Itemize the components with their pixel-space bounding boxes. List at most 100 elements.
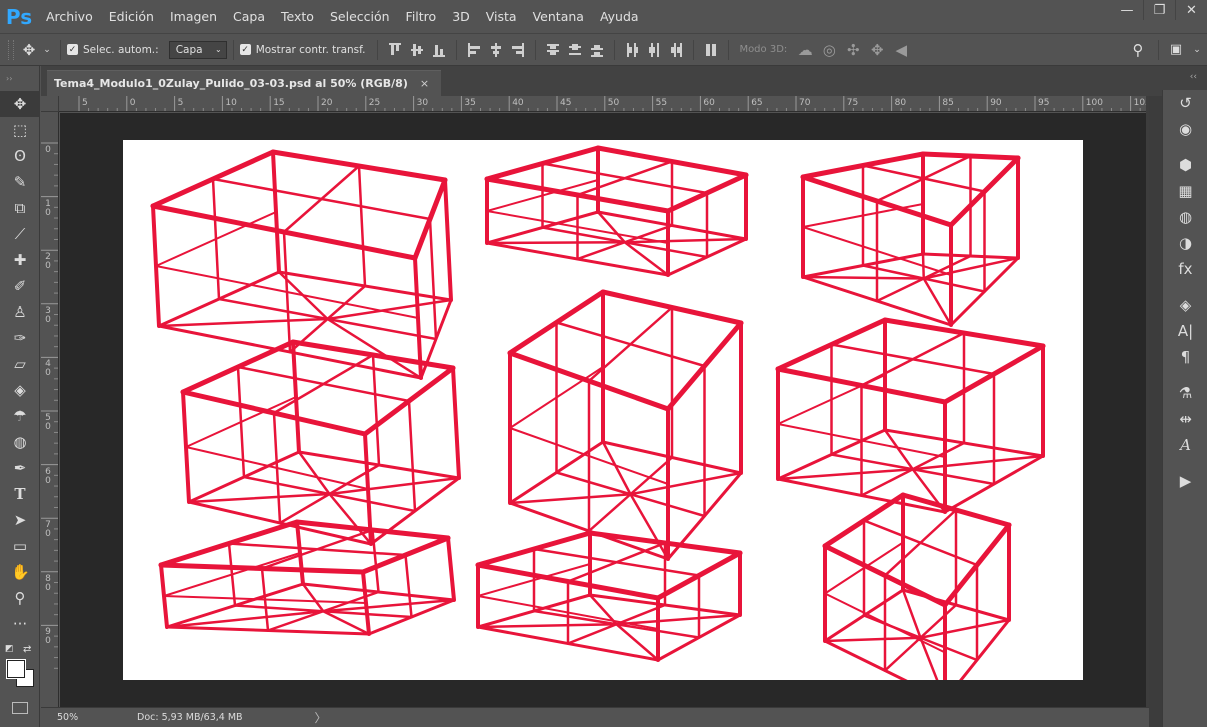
chevron-down-icon[interactable]: ⌄ (1187, 45, 1207, 55)
align-bottom-icon[interactable] (433, 43, 446, 57)
clone-stamp-tool-icon[interactable]: ♙ (0, 299, 40, 325)
menu-vista[interactable]: Vista (478, 0, 525, 33)
pen-tool-icon[interactable]: ✒ (0, 455, 40, 481)
swatches-icon[interactable]: ▦ (1163, 178, 1207, 204)
menu-bar: Ps Archivo Edición Imagen Capa Texto Sel… (0, 0, 1207, 33)
close-window-button[interactable]: ✕ (1175, 0, 1207, 20)
eraser-tool-icon[interactable]: ▱ (0, 351, 40, 377)
status-menu-arrow-icon[interactable]: 〉 (315, 709, 327, 726)
canvas-area[interactable] (60, 113, 1146, 707)
menu-archivo[interactable]: Archivo (38, 0, 101, 33)
history-icon[interactable]: ↺ (1163, 90, 1207, 116)
type-tool-icon[interactable]: T (0, 481, 40, 507)
layer-styles-icon[interactable]: fx (1163, 256, 1207, 282)
show-transform-checkbox[interactable]: ✓ (239, 44, 251, 55)
foreground-color-swatch[interactable] (6, 659, 26, 679)
restore-button[interactable]: ❐ (1143, 0, 1175, 20)
box-top-division (211, 177, 432, 221)
3d-pan-icon[interactable]: ✣ (841, 41, 865, 59)
character-icon[interactable]: A| (1163, 318, 1207, 344)
more-tools-icon[interactable]: ··· (0, 611, 40, 637)
menu-3d[interactable]: 3D (444, 0, 478, 33)
hand-tool-icon[interactable]: ✋ (0, 559, 40, 585)
lasso-tool-icon[interactable]: ʘ (0, 143, 40, 169)
path-select-tool-icon[interactable]: ➤ (0, 507, 40, 533)
menu-edicion[interactable]: Edición (101, 0, 162, 33)
auto-select-checkbox[interactable]: ✓ (67, 44, 78, 55)
smudge-tool-icon[interactable]: ☂ (0, 403, 40, 429)
align-vertical-center-icon[interactable] (411, 43, 424, 57)
marquee-tool-icon[interactable]: ⬚ (0, 117, 40, 143)
menu-imagen[interactable]: Imagen (162, 0, 225, 33)
options-grip[interactable] (8, 39, 14, 60)
mode-3d-label: Modo 3D: (739, 44, 788, 55)
toolbox-collapse[interactable]: ›› (0, 66, 39, 91)
align-left-icon[interactable] (468, 42, 481, 57)
document-tab[interactable]: Tema4_Modulo1_0Zulay_Pulido_03-03.psd al… (47, 70, 442, 96)
align-top-icon[interactable] (389, 42, 402, 57)
document-size: Doc: 5,93 MB/63,4 MB (137, 712, 243, 723)
distribute-top-icon[interactable] (547, 43, 560, 57)
distribute-horizontal-center-icon[interactable] (648, 42, 660, 57)
actions-icon[interactable]: ▶ (1163, 468, 1207, 494)
options-separator (232, 39, 234, 60)
3d-roll-icon[interactable]: ◎ (817, 41, 841, 59)
move-icon[interactable]: ✥ (18, 41, 40, 59)
color-icon[interactable]: ◉ (1163, 116, 1207, 142)
wireframe-box-7 (158, 519, 456, 636)
history-brush-tool-icon[interactable]: ✑ (0, 325, 40, 351)
distribute-bottom-icon[interactable] (591, 43, 604, 57)
auto-select-target-select[interactable]: Capa ⌄ (168, 40, 227, 59)
3d-scale-icon[interactable]: ◀ (889, 41, 913, 59)
paint-bucket-tool-icon[interactable]: ◈ (0, 377, 40, 403)
glyphs-icon[interactable]: A (1163, 432, 1207, 458)
menu-filtro[interactable]: Filtro (398, 0, 445, 33)
color-swatches[interactable]: ◩ ⇄ (5, 644, 37, 690)
paragraph-icon[interactable]: ¶ (1163, 344, 1207, 370)
quick-mask-icon[interactable] (12, 702, 28, 714)
distribute-right-icon[interactable] (670, 42, 683, 57)
rectangle-tool-icon[interactable]: ▭ (0, 533, 40, 559)
healing-brush-tool-icon[interactable]: ✚ (0, 247, 40, 273)
quick-select-tool-icon[interactable]: ✎ (0, 169, 40, 195)
libraries-icon[interactable]: ⬢ (1163, 152, 1207, 178)
chevron-down-icon[interactable]: ⌄ (40, 45, 54, 55)
styles-icon[interactable]: ◍ (1163, 204, 1207, 230)
horizontal-ruler[interactable]: 5 0 5 10 15 20 25 30 35 40 45 50 55 60 65 70 75 80 85 90 95 1… (59, 96, 1146, 112)
menu-ventana[interactable]: Ventana (525, 0, 592, 33)
search-icon[interactable]: ⚲ (1124, 41, 1152, 59)
vertical-ruler[interactable]: 0 1 0 2 0 3 0 4 0 5 0 6 0 7 0 8 0 9 0 (41, 112, 59, 707)
menu-ayuda[interactable]: Ayuda (592, 0, 647, 33)
ruler-origin[interactable] (41, 96, 59, 112)
more-tools-icon-glyph: ··· (12, 615, 28, 633)
photoshop-logo[interactable]: Ps (0, 0, 38, 33)
dodge-tool-icon[interactable]: ◍ (0, 429, 40, 455)
align-horizontal-center-icon[interactable] (490, 42, 502, 57)
distribute-left-icon[interactable] (626, 42, 639, 57)
menu-seleccion[interactable]: Selección (322, 0, 398, 33)
3d-slide-icon[interactable]: ✥ (865, 41, 889, 59)
distribute-vertical-center-icon[interactable] (569, 43, 582, 57)
menu-texto[interactable]: Texto (273, 0, 322, 33)
align-right-icon[interactable] (512, 42, 525, 57)
brushes-icon[interactable]: ⚗ (1163, 380, 1207, 406)
close-tab-icon[interactable]: × (420, 77, 429, 90)
default-colors-icon[interactable]: ◩ (5, 644, 14, 654)
minimize-button[interactable]: — (1111, 0, 1143, 20)
workspace-icon[interactable]: ▣ (1165, 42, 1187, 57)
crop-tool-icon[interactable]: ⧉ (0, 195, 40, 221)
eyedropper-tool-icon[interactable]: ⟋ (0, 221, 40, 247)
auto-align-icon[interactable] (705, 43, 717, 57)
adjustments-icon[interactable]: ◑ (1163, 230, 1207, 256)
dock-collapse-icon[interactable]: ‹‹ (1190, 72, 1197, 82)
document-canvas[interactable] (123, 140, 1083, 702)
layers-icon[interactable]: ◈ (1163, 292, 1207, 318)
zoom-level[interactable]: 50% (41, 712, 89, 723)
zoom-tool-icon[interactable]: ⚲ (0, 585, 40, 611)
brush-tool-icon[interactable]: ✐ (0, 273, 40, 299)
tool-presets-icon[interactable]: ⇹ (1163, 406, 1207, 432)
move-tool-icon[interactable]: ✥ (0, 91, 40, 117)
menu-capa[interactable]: Capa (225, 0, 273, 33)
3d-orbit-icon[interactable]: ☁ (793, 41, 817, 59)
swap-colors-icon[interactable]: ⇄ (23, 644, 31, 655)
